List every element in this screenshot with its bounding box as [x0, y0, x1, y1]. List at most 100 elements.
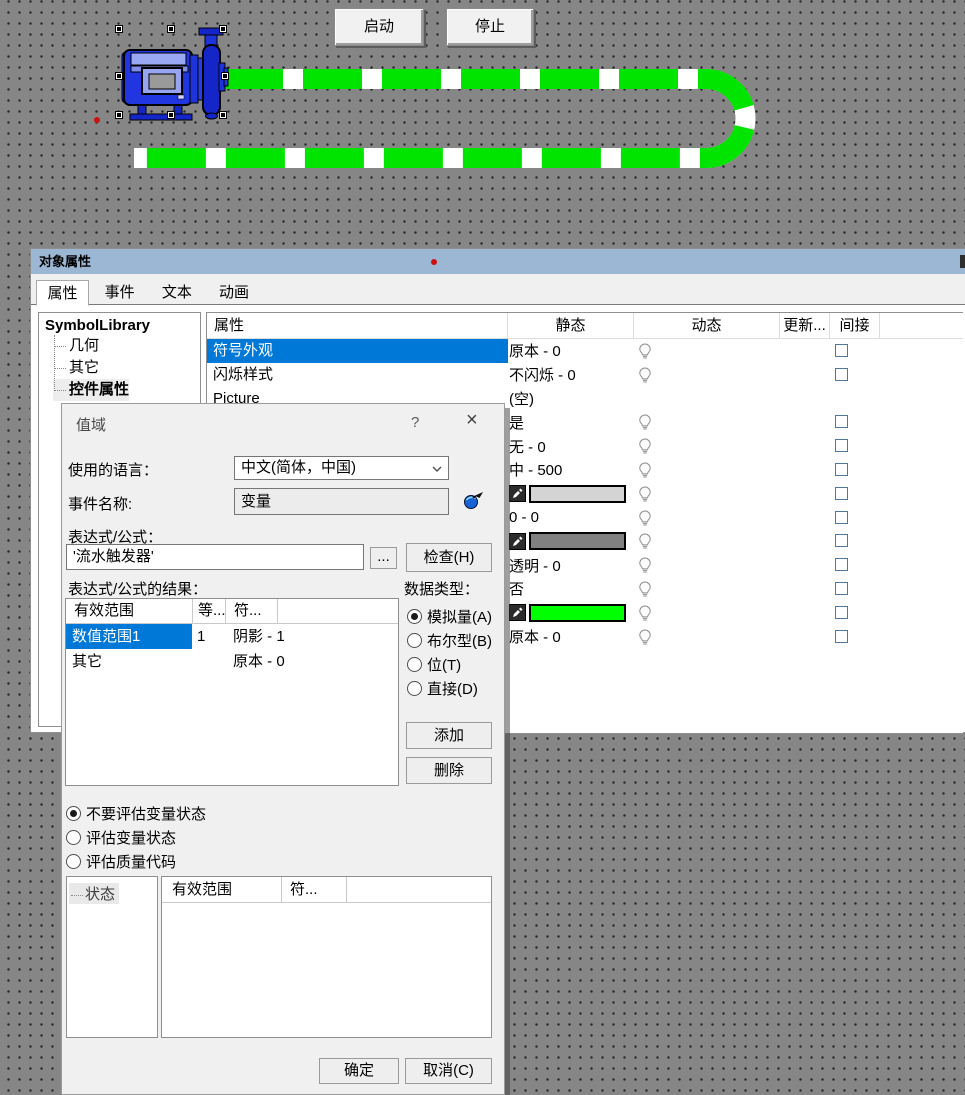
bulb-icon[interactable]: [638, 367, 652, 384]
property-static-cell[interactable]: 原本 - 0: [509, 625, 639, 649]
radio-no-eval-tag-status[interactable]: 不要评估变量状态: [66, 802, 206, 824]
property-name-cell[interactable]: 闪烁样式: [207, 363, 508, 387]
dynamic-cell[interactable]: [638, 462, 652, 483]
result-row[interactable]: 数值范围1 1 阴影 - 1: [66, 624, 398, 649]
add-button[interactable]: 添加: [406, 722, 492, 749]
bulb-icon[interactable]: [638, 462, 652, 479]
indirect-checkbox[interactable]: [835, 487, 848, 500]
expression-input[interactable]: '流水触发器': [66, 544, 364, 570]
bulb-icon[interactable]: [638, 557, 652, 574]
dynamic-cell[interactable]: [638, 533, 652, 554]
close-icon[interactable]: ×: [466, 409, 478, 432]
indirect-checkbox[interactable]: [835, 511, 848, 524]
tag-selection-icon[interactable]: [463, 490, 485, 510]
dynamic-cell[interactable]: [638, 343, 652, 364]
selection-handle[interactable]: [115, 25, 123, 33]
property-static-cell[interactable]: 中 - 500: [509, 458, 639, 482]
status-tree-panel[interactable]: 状态: [66, 876, 158, 1038]
dynamic-cell[interactable]: [638, 581, 652, 602]
radio-bit[interactable]: 位(T): [407, 653, 492, 675]
property-static-cell[interactable]: 原本 - 0: [509, 339, 639, 363]
selection-handle[interactable]: [167, 25, 175, 33]
radio-eval-quality-code[interactable]: 评估质量代码: [66, 850, 206, 872]
help-button[interactable]: ?: [411, 414, 419, 431]
tree-item-misc[interactable]: 其它: [53, 357, 198, 379]
property-static-cell[interactable]: [509, 482, 639, 506]
dynamic-cell[interactable]: [638, 414, 652, 435]
radio-bool[interactable]: 布尔型(B): [407, 629, 492, 651]
color-picker-button[interactable]: [509, 533, 526, 550]
property-static-cell[interactable]: 无 - 0: [509, 434, 639, 458]
property-static-cell[interactable]: [509, 529, 639, 553]
color-swatch[interactable]: [529, 604, 626, 622]
bulb-icon[interactable]: [638, 343, 652, 360]
tab-animation[interactable]: 动画: [208, 279, 261, 305]
radio-eval-tag-status[interactable]: 评估变量状态: [66, 826, 206, 848]
radio-analog[interactable]: 模拟量(A): [407, 605, 492, 627]
property-name-cell[interactable]: 符号外观: [207, 339, 508, 363]
browse-button[interactable]: ...: [370, 547, 397, 569]
selection-handle[interactable]: [219, 25, 227, 33]
tab-events[interactable]: 事件: [93, 279, 146, 305]
ok-button[interactable]: 确定: [319, 1058, 399, 1084]
indirect-checkbox[interactable]: [835, 368, 848, 381]
dynamic-cell[interactable]: [638, 605, 652, 626]
result-row[interactable]: 其它 原本 - 0: [66, 649, 398, 674]
window-titlebar[interactable]: 对象属性: [31, 249, 965, 274]
indirect-checkbox[interactable]: [835, 534, 848, 547]
property-static-cell[interactable]: [509, 601, 639, 625]
selection-handle[interactable]: [115, 111, 123, 119]
check-button[interactable]: 检查(H): [406, 543, 492, 572]
indirect-checkbox[interactable]: [835, 606, 848, 619]
bulb-icon[interactable]: [638, 486, 652, 503]
property-static-cell[interactable]: 否: [509, 577, 639, 601]
property-static-cell[interactable]: 0 - 0: [509, 506, 639, 530]
property-static-cell[interactable]: 不闪烁 - 0: [509, 363, 639, 387]
stop-button[interactable]: 停止: [446, 8, 534, 46]
bulb-icon[interactable]: [638, 438, 652, 455]
dynamic-cell[interactable]: [638, 438, 652, 459]
color-swatch[interactable]: [529, 485, 626, 503]
dynamic-cell[interactable]: [638, 486, 652, 507]
color-picker-button[interactable]: [509, 485, 526, 502]
indirect-checkbox[interactable]: [835, 558, 848, 571]
bulb-icon[interactable]: [638, 629, 652, 646]
property-row[interactable]: 符号外观原本 - 0: [207, 339, 963, 363]
dynamic-cell[interactable]: [638, 629, 652, 650]
bulb-icon[interactable]: [638, 581, 652, 598]
start-button[interactable]: 启动: [334, 8, 424, 46]
dynamic-cell[interactable]: [638, 557, 652, 578]
event-name-field[interactable]: 变量: [234, 488, 449, 515]
tree-item-control-properties[interactable]: 控件属性: [53, 379, 129, 401]
selection-handle[interactable]: [167, 111, 175, 119]
bulb-icon[interactable]: [638, 533, 652, 550]
tab-properties[interactable]: 属性: [36, 280, 89, 306]
property-static-cell[interactable]: 透明 - 0: [509, 553, 639, 577]
radio-direct[interactable]: 直接(D): [407, 677, 492, 699]
color-picker-button[interactable]: [509, 604, 526, 621]
tree-item-geometry[interactable]: 几何: [53, 335, 198, 357]
delete-button[interactable]: 删除: [406, 757, 492, 784]
dynamic-cell[interactable]: [638, 367, 652, 388]
dynamic-cell[interactable]: [638, 510, 652, 531]
selection-handle[interactable]: [115, 72, 123, 80]
indirect-checkbox[interactable]: [835, 630, 848, 643]
selection-handle[interactable]: [219, 111, 227, 119]
selection-handle[interactable]: [221, 72, 229, 80]
property-row[interactable]: 闪烁样式不闪烁 - 0: [207, 363, 963, 387]
indirect-checkbox[interactable]: [835, 463, 848, 476]
tab-text[interactable]: 文本: [150, 279, 203, 305]
indirect-checkbox[interactable]: [835, 415, 848, 428]
bulb-icon[interactable]: [638, 510, 652, 527]
property-static-cell[interactable]: 是: [509, 410, 639, 434]
cancel-button[interactable]: 取消(C): [405, 1058, 492, 1084]
bulb-icon[interactable]: [638, 414, 652, 431]
indirect-checkbox[interactable]: [835, 582, 848, 595]
indirect-checkbox[interactable]: [835, 439, 848, 452]
color-swatch[interactable]: [529, 532, 626, 550]
indirect-checkbox[interactable]: [835, 344, 848, 357]
bulb-icon[interactable]: [638, 605, 652, 622]
language-select[interactable]: 中文(简体，中国): [234, 456, 449, 480]
property-static-cell[interactable]: (空): [509, 387, 639, 411]
tree-item-status[interactable]: 状态: [69, 883, 119, 904]
